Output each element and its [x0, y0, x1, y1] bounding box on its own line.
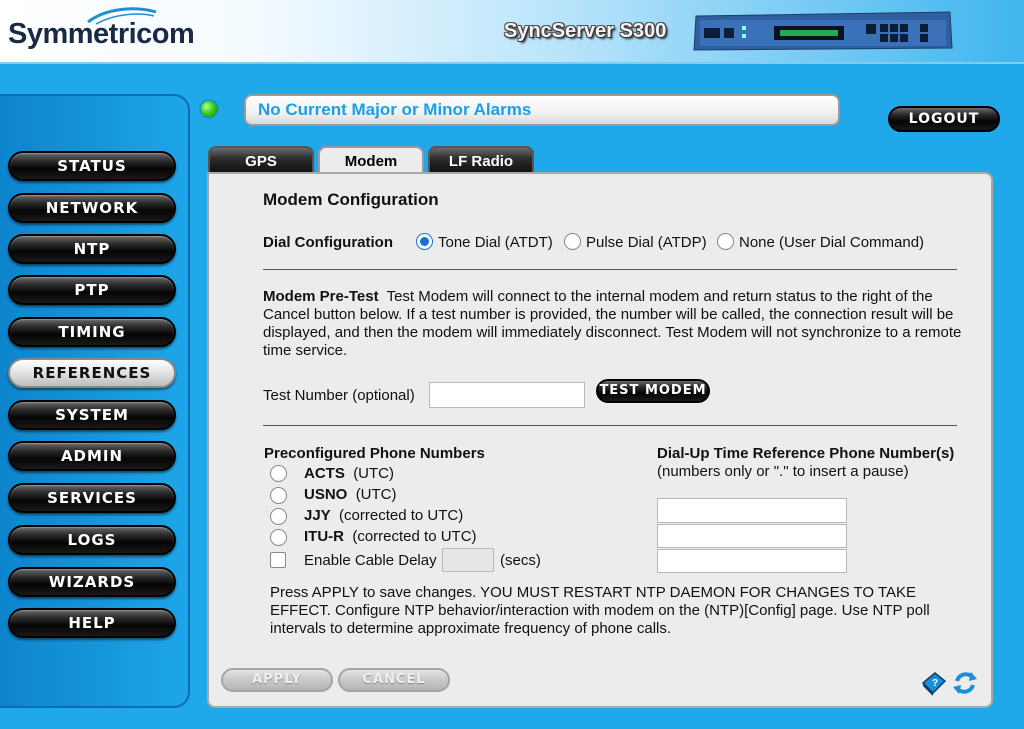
usno-radio[interactable]: [270, 487, 287, 504]
sidebar-item-timing[interactable]: TIMING: [8, 317, 176, 347]
acts-label: ACTS (UTC): [304, 465, 395, 482]
sidebar-item-admin[interactable]: ADMIN: [8, 441, 176, 471]
sidebar-item-status[interactable]: STATUS: [8, 151, 176, 181]
acts-radio[interactable]: [270, 465, 287, 482]
none-dial-radio[interactable]: [717, 233, 734, 250]
sidebar-item-ntp[interactable]: NTP: [8, 234, 176, 264]
alarm-status-banner: No Current Major or Minor Alarms: [244, 94, 840, 126]
jjy-radio[interactable]: [270, 508, 287, 525]
tab-gps[interactable]: GPS: [208, 146, 314, 174]
sidebar-item-services[interactable]: SERVICES: [8, 483, 176, 513]
sidebar-item-wizards[interactable]: WIZARDS: [8, 567, 176, 597]
sidebar-item-network[interactable]: NETWORK: [8, 193, 176, 223]
tone-dial-radio[interactable]: [416, 233, 433, 250]
test-modem-button[interactable]: TEST MODEM: [596, 379, 710, 403]
sidebar-item-logs[interactable]: LOGS: [8, 525, 176, 555]
sidebar-item-references[interactable]: REFERENCES: [8, 358, 176, 388]
preconfigured-heading: Preconfigured Phone Numbers: [264, 445, 485, 462]
itu-r-label: ITU-R (corrected to UTC): [304, 528, 477, 545]
svg-text:?: ?: [932, 678, 938, 689]
cancel-button[interactable]: CANCEL: [338, 668, 450, 692]
logout-button[interactable]: LOGOUT: [888, 106, 1000, 132]
product-name: SyncServer S300: [504, 20, 667, 42]
alarm-status-led-icon: [201, 101, 217, 117]
test-number-label: Test Number (optional): [263, 387, 415, 404]
tab-lf-radio[interactable]: LF Radio: [428, 146, 534, 174]
dialup-subheading: (numbers only or "." to insert a pause): [657, 463, 909, 480]
pretest-heading: Modem Pre-Test: [263, 288, 379, 305]
divider: [263, 425, 957, 426]
help-book-icon[interactable]: ?: [919, 669, 947, 697]
pulse-dial-radio[interactable]: [564, 233, 581, 250]
symmetricom-logo: Symmetricom: [8, 18, 195, 50]
apply-note: Press APPLY to save changes. YOU MUST RE…: [270, 584, 930, 637]
dialup-number-3-input[interactable]: [657, 549, 847, 573]
enable-cable-delay-checkbox[interactable]: [270, 552, 286, 568]
modem-config-panel: Modem Configuration Dial Configuration T…: [207, 172, 993, 708]
dialup-number-2-input[interactable]: [657, 524, 847, 548]
apply-button[interactable]: APPLY: [221, 668, 333, 692]
divider: [263, 269, 957, 270]
sidebar-item-system[interactable]: SYSTEM: [8, 400, 176, 430]
usno-label: USNO (UTC): [304, 486, 397, 503]
cable-delay-input[interactable]: [442, 548, 494, 572]
header-banner: Symmetricom SyncServer S300: [0, 0, 1024, 64]
pretest-description: Modem Pre-Test Test Modem will connect to…: [263, 288, 963, 360]
page-title: Modem Configuration: [263, 190, 439, 209]
test-number-input[interactable]: [429, 382, 585, 408]
pulse-dial-label: Pulse Dial (ATDP): [586, 234, 707, 251]
cable-delay-unit: (secs): [500, 552, 541, 569]
tone-dial-label: Tone Dial (ATDT): [438, 234, 553, 251]
none-dial-label: None (User Dial Command): [739, 234, 925, 251]
dialup-number-1-input[interactable]: [657, 498, 847, 523]
refresh-icon[interactable]: [951, 669, 979, 697]
sidebar-item-ptp[interactable]: PTP: [8, 275, 176, 305]
itu-r-radio[interactable]: [270, 529, 287, 546]
jjy-label: JJY (corrected to UTC): [304, 507, 464, 524]
dial-config-label: Dial Configuration: [263, 234, 393, 251]
sidebar-item-help[interactable]: HELP: [8, 608, 176, 638]
device-image-icon: [693, 11, 953, 51]
cable-delay-label: Enable Cable Delay: [304, 552, 437, 569]
dialup-heading: Dial-Up Time Reference Phone Number(s): [657, 445, 955, 462]
